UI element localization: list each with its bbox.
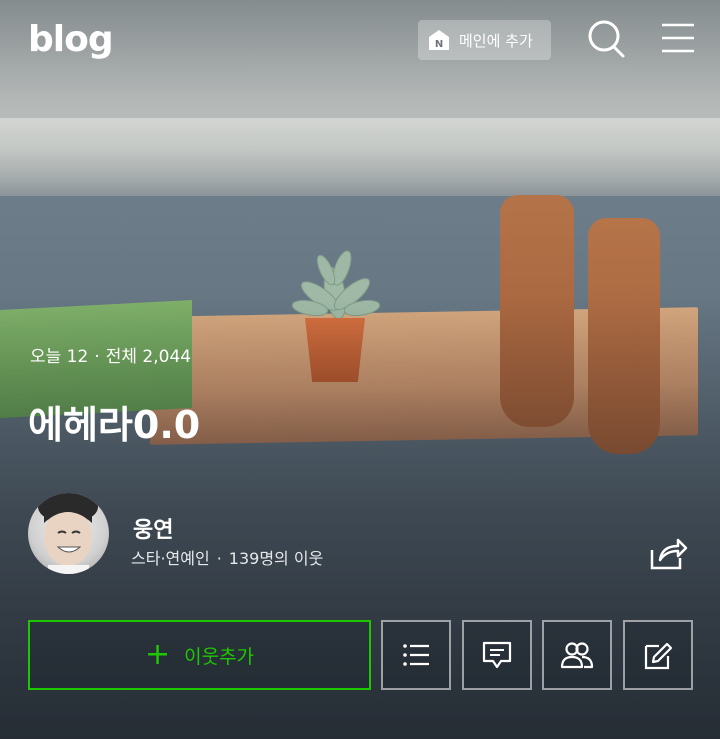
profile-subinfo: 스타·연예인 · 139명의 이웃 (131, 545, 323, 569)
subinfo-separator: · (216, 549, 222, 568)
n-icon: N (429, 30, 449, 50)
add-neighbor-label: 이웃추가 (184, 645, 255, 668)
blog-title[interactable]: 에헤라0.0 (28, 394, 200, 449)
menu-icon[interactable] (660, 22, 696, 54)
total-count: 전체 2,044 (105, 347, 192, 367)
share-icon[interactable] (648, 534, 688, 572)
search-icon[interactable] (586, 19, 626, 59)
svg-text:N: N (435, 39, 443, 50)
blog-logo[interactable]: blog (28, 20, 114, 60)
list-icon (403, 644, 429, 666)
stats-separator: · (94, 347, 100, 367)
avatar[interactable] (28, 493, 109, 574)
nickname: 웅연 (133, 518, 174, 543)
neighbors-button[interactable] (542, 620, 612, 690)
add-to-main-label: 메인에 추가 (459, 31, 533, 50)
category: 스타·연예인 (131, 549, 210, 568)
visit-stats: 오늘 12 · 전체 2,044 (30, 342, 191, 367)
write-icon (644, 642, 673, 670)
guestbook-button[interactable] (462, 620, 532, 690)
avatar-face (38, 493, 98, 574)
write-button[interactable] (623, 620, 693, 690)
today-count: 오늘 12 (30, 347, 89, 367)
plus-icon: + (144, 637, 171, 672)
neighbors-icon (560, 642, 594, 669)
neighbor-count[interactable]: 139명의 이웃 (229, 549, 324, 568)
add-neighbor-button[interactable]: + 이웃추가 (28, 620, 371, 690)
add-to-main-button[interactable]: N 메인에 추가 (418, 20, 551, 60)
comment-icon (482, 641, 512, 669)
post-list-button[interactable] (381, 620, 451, 690)
